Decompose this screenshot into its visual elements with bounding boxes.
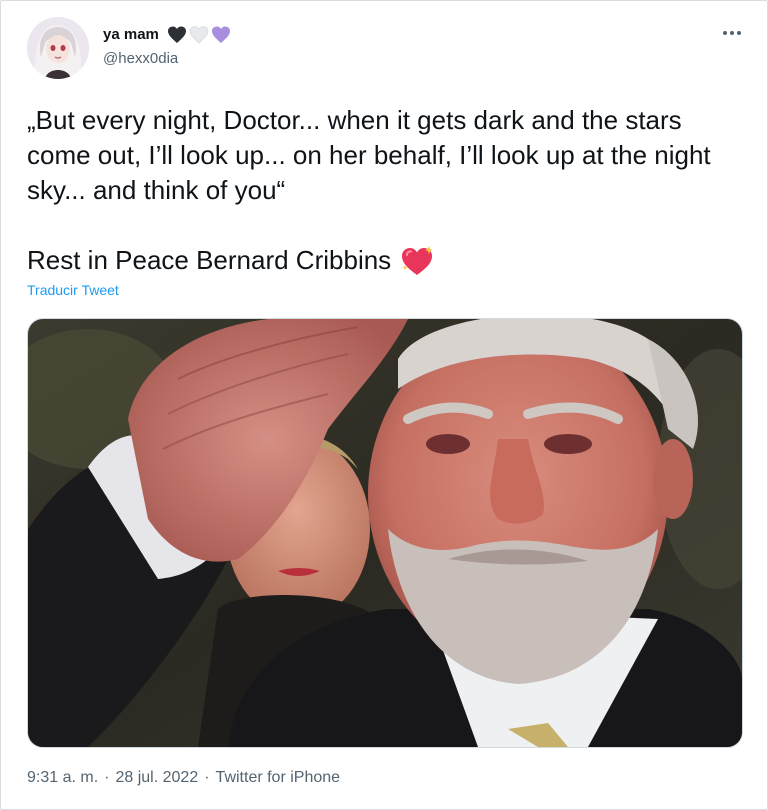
tweet-meta: 9:31 a. m. · 28 jul. 2022 · Twitter for … [27,769,340,787]
tweet-rip-text: Rest in Peace Bernard Cribbins [27,245,392,275]
purple-heart-icon [211,26,230,43]
tweet-photo[interactable] [27,318,743,748]
meta-separator: · [104,769,110,786]
tweet-time[interactable]: 9:31 a. m. [27,769,98,787]
meta-separator: · [204,769,210,786]
display-name-row[interactable]: ya mam [103,25,231,45]
avatar[interactable] [27,17,89,79]
tweet-header: ya mam @hexx0dia [27,17,747,81]
tweet-card: ya mam @hexx0dia „But every night, Docto… [0,0,768,810]
translate-tweet-link[interactable]: Traducir Tweet [27,282,119,298]
sparkling-heart-icon [402,245,434,275]
tweet-text: „But every night, Doctor... when it gets… [27,103,747,278]
black-heart-icon [167,26,186,43]
user-handle[interactable]: @hexx0dia [103,49,178,69]
tweet-quote-text: „But every night, Doctor... when it gets… [27,105,711,205]
white-heart-icon [189,26,209,44]
display-name[interactable]: ya mam [103,25,159,45]
tweet-date[interactable]: 28 jul. 2022 [115,769,198,787]
more-options-icon[interactable] [719,23,745,43]
tweet-rip-line: Rest in Peace Bernard Cribbins [27,243,747,278]
tweet-source[interactable]: Twitter for iPhone [216,769,341,787]
